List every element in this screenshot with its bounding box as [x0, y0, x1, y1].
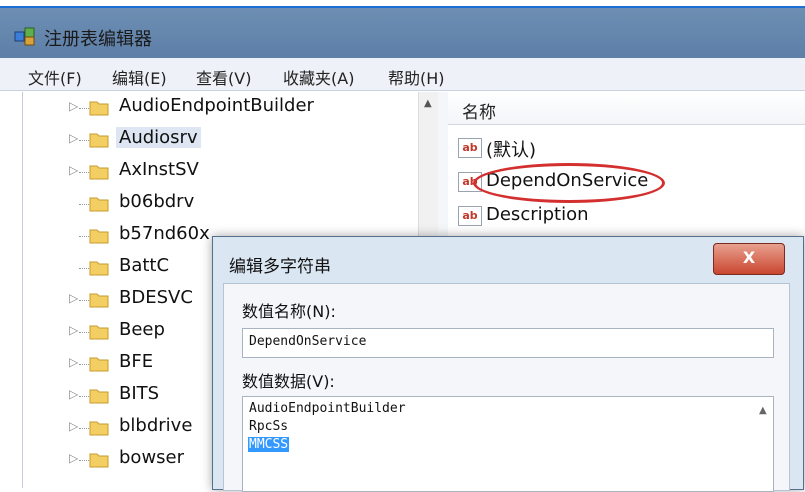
expand-arrow-icon[interactable]: ▷	[69, 451, 78, 465]
folder-icon	[89, 101, 109, 116]
tree-item-label: b57nd60x	[119, 223, 210, 244]
value-name-text: DependOnService	[249, 334, 367, 349]
scroll-up-icon[interactable]: ▲	[424, 98, 432, 109]
tree-item-label: Audiosrv	[116, 127, 201, 148]
menu-help[interactable]: 帮助(H)	[388, 65, 445, 89]
edit-multi-string-dialog: 编辑多字符串 X 数值名称(N): DependOnService 数值数据(V…	[212, 236, 804, 492]
data-line-selected: MMCSS	[248, 437, 290, 452]
tree-item-label: bowser	[119, 447, 185, 468]
value-data-label: 数值数据(V):	[242, 372, 335, 391]
registry-editor-icon	[14, 27, 35, 46]
tree-item[interactable]: b06bdrv	[23, 188, 423, 220]
folder-icon	[89, 421, 109, 436]
tree-item-label: BFE	[119, 351, 154, 372]
folder-icon	[89, 133, 109, 148]
dialog-title: 编辑多字符串	[229, 257, 331, 277]
string-value-icon: ab	[458, 138, 482, 158]
folder-icon	[89, 261, 109, 276]
top-accent-line	[0, 0, 805, 8]
folder-icon	[89, 357, 109, 372]
menu-edit[interactable]: 编辑(E)	[112, 65, 167, 89]
menu-favorites[interactable]: 收藏夹(A)	[283, 65, 354, 89]
folder-icon	[89, 165, 109, 180]
value-name-field[interactable]: DependOnService	[242, 328, 774, 358]
window-title: 注册表编辑器	[44, 29, 152, 50]
tree-item-label: BDESVC	[119, 287, 193, 308]
expand-arrow-icon[interactable]: ▷	[69, 387, 78, 401]
tree-item[interactable]: ▷ AxInstSV	[23, 156, 423, 188]
folder-icon	[89, 389, 109, 404]
string-value-icon: ab	[458, 206, 482, 226]
folder-icon	[89, 229, 109, 244]
tree-item-label: blbdrive	[119, 415, 193, 436]
column-header-name[interactable]: 名称	[448, 92, 805, 125]
menu-file[interactable]: 文件(F)	[28, 65, 82, 89]
value-row-default[interactable]: ab (默认)	[458, 134, 798, 164]
expand-arrow-icon[interactable]: ▷	[69, 99, 78, 113]
window-titlebar: 注册表编辑器	[0, 8, 805, 58]
tree-item[interactable]: ▷ AudioEndpointBuilder	[23, 92, 423, 124]
dialog-body: 数值名称(N): DependOnService 数值数据(V): AudioE…	[223, 283, 790, 492]
menu-view[interactable]: 查看(V)	[196, 65, 251, 89]
menu-bar: 文件(F) 编辑(E) 查看(V) 收藏夹(A) 帮助(H)	[0, 58, 805, 91]
annotation-circle	[473, 163, 665, 203]
expand-arrow-icon[interactable]: ▷	[69, 291, 78, 305]
textarea-scrollbar[interactable]: ▲	[755, 399, 771, 487]
value-name-label: 数值名称(N):	[242, 302, 336, 321]
folder-icon	[89, 453, 109, 468]
tree-item[interactable]: ▷ Audiosrv	[23, 124, 423, 156]
scroll-up-icon[interactable]: ▲	[759, 405, 767, 416]
data-line: RpcSs	[249, 419, 289, 434]
expand-arrow-icon[interactable]: ▷	[69, 131, 78, 145]
close-button[interactable]: X	[713, 243, 785, 275]
folder-icon	[89, 293, 109, 308]
tree-item-label: b06bdrv	[119, 191, 195, 212]
value-name: (默认)	[486, 140, 537, 161]
tree-item-label: BattC	[119, 255, 170, 276]
value-data-textarea[interactable]: AudioEndpointBuilder RpcSs MMCSS ▲	[242, 396, 774, 492]
data-line: AudioEndpointBuilder	[249, 401, 406, 416]
value-row-description[interactable]: ab Description	[458, 202, 798, 232]
column-header-label: 名称	[462, 103, 496, 123]
expand-arrow-icon[interactable]: ▷	[69, 163, 78, 177]
tree-item-label: Beep	[119, 319, 165, 340]
tree-item-label: AxInstSV	[119, 159, 199, 180]
folder-icon	[89, 197, 109, 212]
value-name: Description	[486, 204, 589, 225]
tree-item-label: BITS	[119, 383, 160, 404]
tree-item-label: AudioEndpointBuilder	[119, 95, 314, 116]
expand-arrow-icon[interactable]: ▷	[69, 323, 78, 337]
expand-arrow-icon[interactable]: ▷	[69, 419, 78, 433]
folder-icon	[89, 325, 109, 340]
expand-arrow-icon[interactable]: ▷	[69, 355, 78, 369]
